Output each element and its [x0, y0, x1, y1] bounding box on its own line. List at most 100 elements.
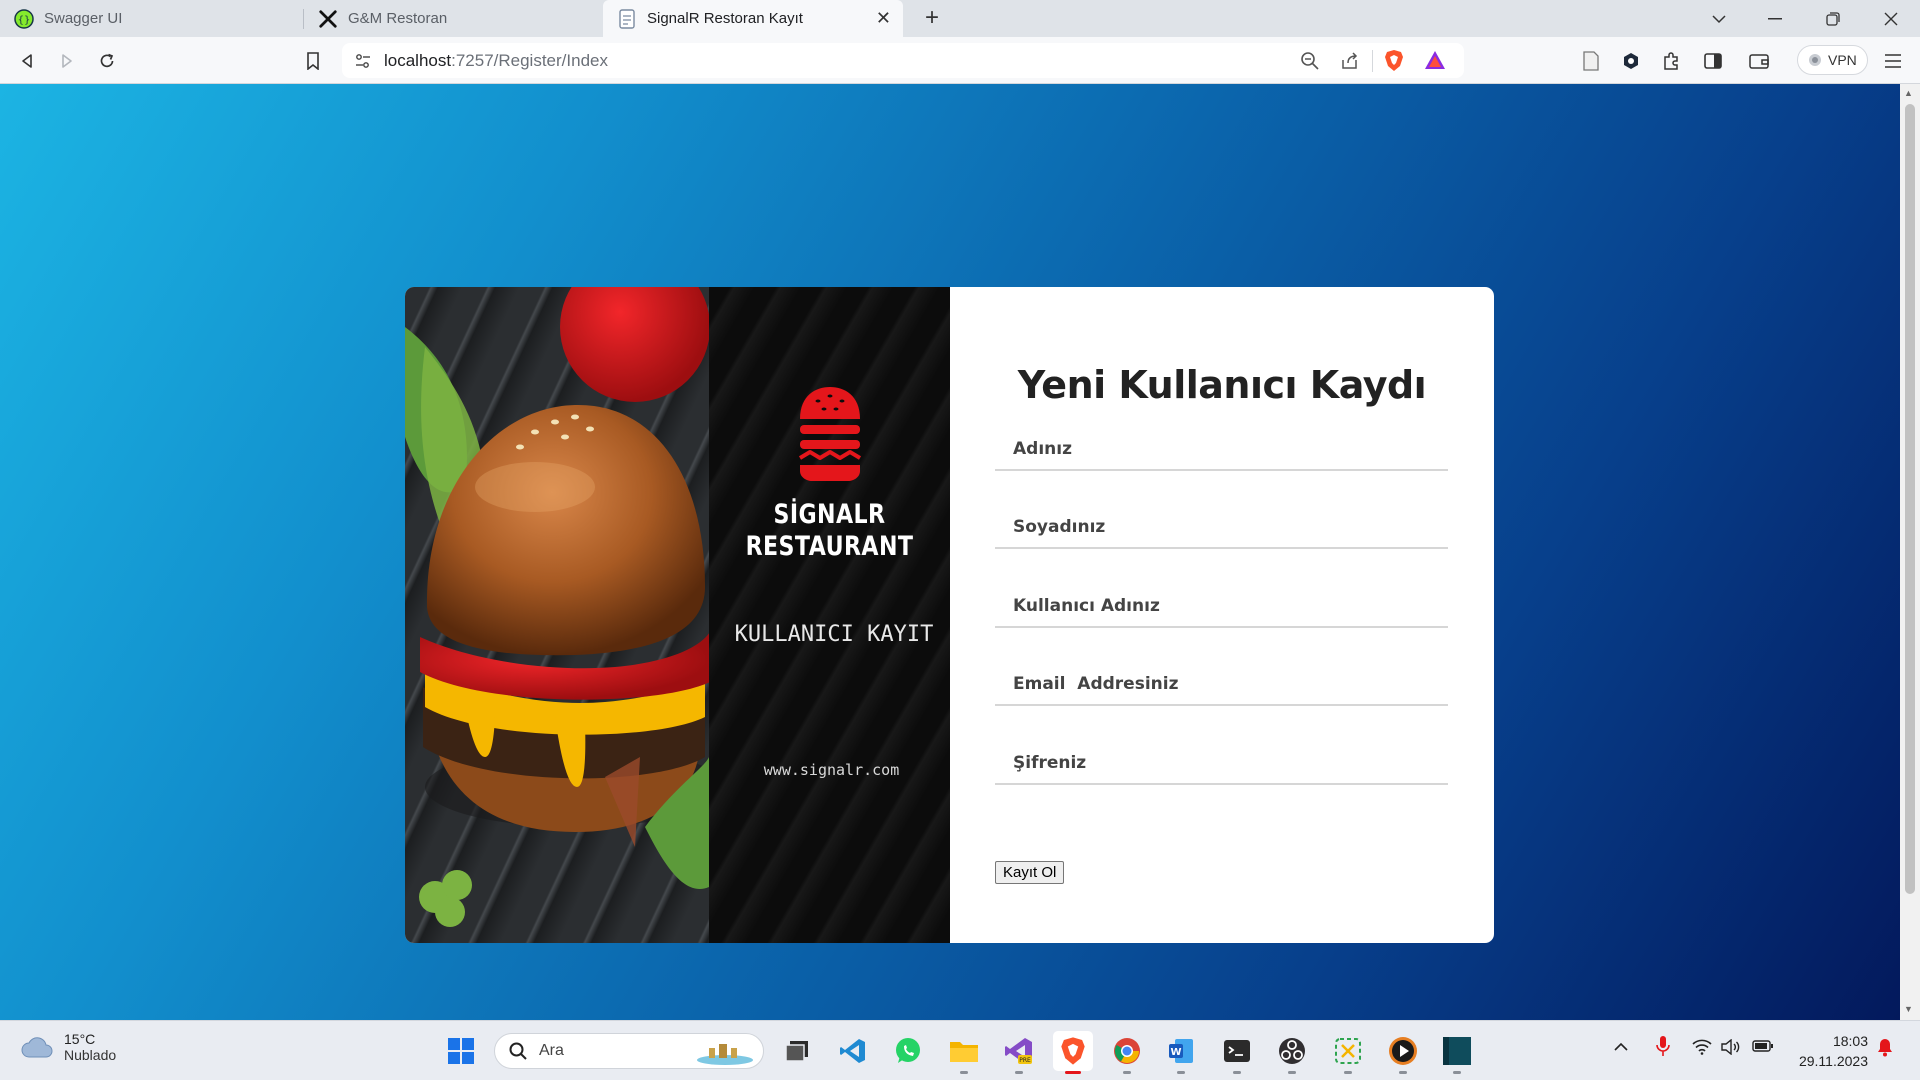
url-text[interactable]: localhost:7257/Register/Index [384, 51, 608, 71]
folder-icon [950, 1042, 978, 1062]
taskbar-search[interactable]: Ara [494, 1033, 764, 1069]
wifi-status[interactable] [1692, 1039, 1712, 1058]
bookmark-icon [307, 52, 319, 70]
email-input[interactable] [995, 650, 1448, 706]
teal-app[interactable] [1437, 1031, 1477, 1074]
zoom-icon[interactable] [1300, 51, 1320, 71]
running-indicator [1015, 1071, 1023, 1074]
tab-strip: {} Swagger UI G&M Restoran SignalR Resto… [0, 0, 1920, 37]
word-app[interactable]: W [1161, 1031, 1201, 1074]
brand-panel: SİGNALR RESTAURANT KULLANICI KAYIT www.s… [709, 287, 950, 943]
microphone-icon [1656, 1036, 1670, 1056]
battery-status[interactable] [1752, 1039, 1774, 1056]
register-card: SİGNALR RESTAURANT KULLANICI KAYIT www.s… [405, 287, 1494, 943]
burger-image [405, 287, 709, 927]
tab-swagger[interactable]: {} Swagger UI [0, 0, 303, 37]
site-settings-icon[interactable] [354, 52, 372, 70]
tab-list-button[interactable] [1696, 0, 1742, 37]
browser-toolbar: localhost:7257/Register/Index VPN [0, 37, 1920, 84]
reader-mode-button[interactable] [1576, 46, 1606, 76]
tab-gm-restoran[interactable]: G&M Restoran [304, 0, 602, 37]
vpn-button[interactable]: VPN [1797, 45, 1868, 75]
visual-studio-icon: PRE [1005, 1038, 1032, 1064]
volume-status[interactable] [1721, 1038, 1741, 1058]
wifi-icon [1692, 1039, 1712, 1055]
search-highlight-icon [697, 1044, 753, 1065]
file-explorer-app[interactable] [944, 1031, 984, 1074]
minimize-button[interactable] [1752, 0, 1798, 37]
page-scrollbar[interactable]: ▲ ▼ [1900, 84, 1920, 1020]
wallet-button[interactable] [1744, 46, 1774, 76]
weather-widget[interactable]: 15°C Nublado [20, 1031, 116, 1063]
search-placeholder: Ara [539, 1042, 564, 1059]
reload-button[interactable] [92, 46, 122, 76]
visual-studio-app[interactable]: PRE [999, 1031, 1039, 1074]
brand-name: SİGNALR RESTAURANT [731, 499, 929, 563]
vscode-app[interactable] [833, 1031, 873, 1071]
word-icon: W [1169, 1039, 1193, 1063]
battery-icon [1752, 1040, 1773, 1052]
share-icon[interactable] [1340, 51, 1360, 71]
show-hidden-icons[interactable] [1614, 1039, 1628, 1055]
obs-app[interactable] [1272, 1031, 1312, 1074]
scroll-down-icon[interactable]: ▼ [1904, 1004, 1913, 1014]
weather-temp: 15°C [64, 1031, 96, 1047]
whatsapp-app[interactable] [888, 1031, 928, 1071]
system-clock[interactable]: 18:03 29.11.2023 [1790, 1031, 1868, 1071]
register-button[interactable]: Kayıt Ol [995, 861, 1065, 884]
first-name-input[interactable] [995, 415, 1448, 471]
running-indicator [1344, 1071, 1352, 1074]
extension-wallet-button[interactable] [1616, 46, 1646, 76]
username-input[interactable] [995, 572, 1448, 628]
notification-center[interactable] [1876, 1037, 1894, 1060]
address-bar[interactable]: localhost:7257/Register/Index [342, 43, 1464, 78]
back-button[interactable] [12, 46, 42, 76]
chrome-app[interactable] [1107, 1031, 1147, 1074]
windows-icon [448, 1038, 474, 1064]
last-name-input[interactable] [995, 493, 1448, 549]
page-icon [617, 8, 637, 29]
brave-shields-icon[interactable] [1384, 49, 1404, 72]
chevron-down-icon [1712, 14, 1726, 23]
task-view-icon [785, 1041, 808, 1062]
menu-button[interactable] [1878, 46, 1908, 76]
tab-signalr-kayit[interactable]: SignalR Restoran Kayıt ✕ [603, 0, 903, 37]
taskview-app[interactable] [777, 1031, 817, 1071]
brave-rewards-icon[interactable] [1424, 50, 1446, 70]
cloud-icon [21, 1037, 53, 1058]
sidebar-button[interactable] [1698, 46, 1728, 76]
bell-icon [1878, 1039, 1892, 1057]
extensions-button[interactable] [1656, 46, 1686, 76]
media-player-app[interactable] [1383, 1031, 1423, 1074]
burger-photo [405, 287, 709, 943]
password-input[interactable] [995, 729, 1448, 785]
running-indicator [1177, 1071, 1185, 1074]
restore-button[interactable] [1810, 0, 1856, 37]
scroll-thumb[interactable] [1905, 104, 1915, 894]
vpn-label: VPN [1828, 52, 1857, 68]
new-tab-button[interactable]: + [918, 4, 946, 32]
tab-title: SignalR Restoran Kayıt [647, 10, 803, 27]
running-indicator [1399, 1071, 1407, 1074]
terminal-app[interactable] [1217, 1031, 1257, 1074]
terminal-icon [1224, 1040, 1250, 1062]
document-icon [1583, 51, 1599, 71]
utensils-icon [318, 9, 338, 29]
brave-app[interactable] [1053, 1031, 1093, 1074]
snipping-tool-app[interactable] [1328, 1031, 1368, 1074]
divider [1372, 50, 1373, 72]
close-icon[interactable]: ✕ [876, 8, 891, 29]
close-window-button[interactable] [1868, 0, 1914, 37]
tab-title: Swagger UI [44, 10, 123, 27]
burger-logo-icon [798, 387, 862, 481]
puzzle-icon [1664, 52, 1678, 70]
minimize-icon [1768, 17, 1782, 19]
active-indicator [1065, 1071, 1081, 1074]
scroll-up-icon[interactable]: ▲ [1904, 88, 1913, 98]
start-button[interactable] [441, 1031, 481, 1071]
bookmark-button[interactable] [298, 46, 328, 76]
microphone-status[interactable] [1656, 1035, 1670, 1060]
forward-button[interactable] [52, 46, 82, 76]
weather-condition: Nublado [64, 1047, 117, 1063]
svg-text:{}: {} [18, 15, 31, 26]
